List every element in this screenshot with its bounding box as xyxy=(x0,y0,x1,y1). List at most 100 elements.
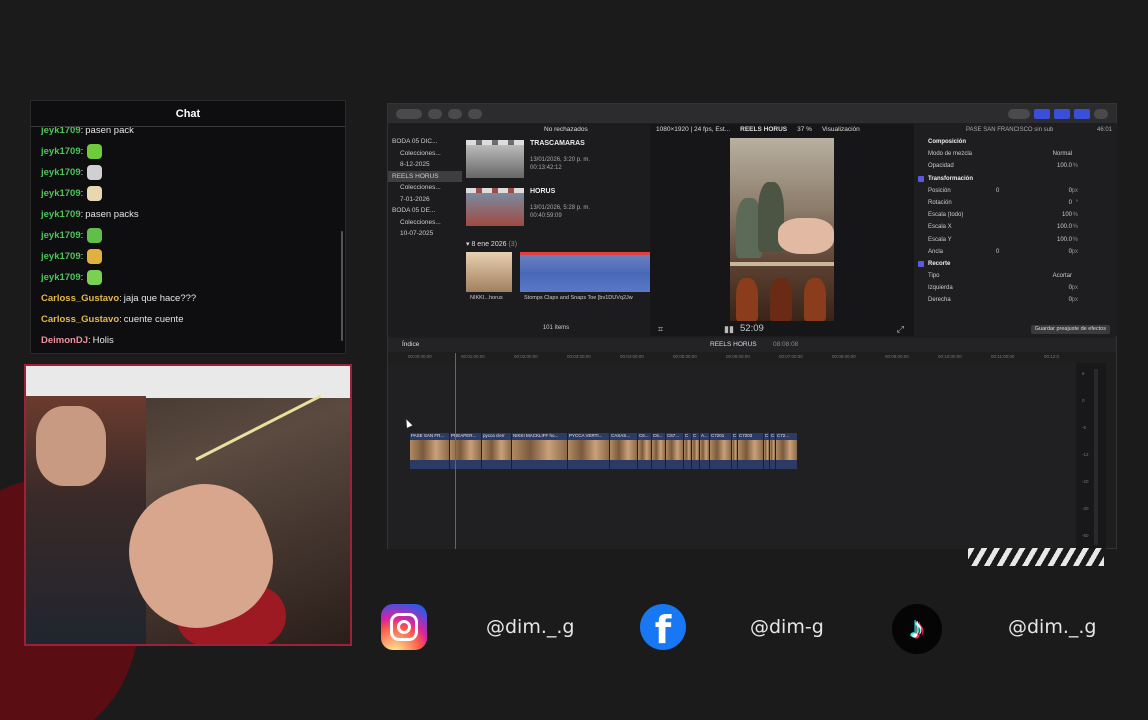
timeline-project-menu[interactable]: REELS HORUS xyxy=(710,338,757,352)
anchor-row[interactable]: Ancla 0 0 px xyxy=(914,246,1118,258)
rotation-row[interactable]: Rotación 0 ° xyxy=(914,197,1118,209)
scale-all-row[interactable]: Escala (todo) 100% xyxy=(914,209,1118,221)
event-item[interactable]: Colecciones... xyxy=(388,148,462,160)
timeline-clip[interactable]: C7203 xyxy=(738,433,763,469)
chat-username[interactable]: jeyk1709 xyxy=(41,183,81,204)
libraries-toggle-button[interactable] xyxy=(396,108,422,119)
project-name[interactable]: REELS HORUS xyxy=(740,124,787,136)
save-effects-preset-button[interactable]: Guardar preajuste de efectos xyxy=(1030,325,1110,334)
crop-section[interactable]: Recorte xyxy=(914,258,1118,270)
meter-label: 0 xyxy=(1082,398,1085,403)
chat-username[interactable]: jeyk1709 xyxy=(41,162,81,183)
crop-type-row[interactable]: Tipo Acortar xyxy=(914,270,1118,282)
timeline-clip[interactable]: NIKKI MACKLIFF ho... xyxy=(512,433,567,469)
composition-section[interactable]: Composición xyxy=(914,136,1118,148)
chat-emote-icon xyxy=(87,144,103,159)
checkmark-icon[interactable] xyxy=(468,108,482,119)
share-icon[interactable] xyxy=(1094,108,1108,119)
clip-label: NIKKI...horus xyxy=(470,295,503,301)
audio-clip-thumbnail[interactable] xyxy=(520,252,650,292)
timeline-clip[interactable]: C67... xyxy=(666,433,683,469)
library-item[interactable]: BODA 05 DE... xyxy=(388,205,462,217)
scale-y-row[interactable]: Escala Y 100.0% xyxy=(914,234,1118,246)
clip-title: C xyxy=(693,433,697,438)
clip-meta: 13/01/2026, 3:20 p. m. 00:13:42:12 xyxy=(530,157,591,171)
video-editor-window: BODA 05 DIC... Colecciones... 8-12-2025 REE… xyxy=(387,103,1118,549)
library-item[interactable]: REELS HORUS xyxy=(388,170,462,182)
play-icon[interactable]: ▮▮ xyxy=(724,322,734,336)
timeline-clip[interactable]: PASE SAN FR... xyxy=(410,433,449,469)
blend-mode-row[interactable]: Modo de mezcla Normal xyxy=(914,148,1118,160)
timeline-view-button[interactable] xyxy=(1054,108,1070,119)
inspector-view-button[interactable] xyxy=(1074,108,1090,119)
chat-username[interactable]: Carloss_Gustavo xyxy=(41,309,119,330)
chat-username[interactable]: jeyk1709 xyxy=(41,267,81,288)
chat-username[interactable]: jeyk1709 xyxy=(41,141,81,162)
index-button[interactable]: Índice xyxy=(402,338,419,352)
event-item[interactable]: Colecciones... xyxy=(388,182,462,194)
chat-text: pasen pack xyxy=(85,127,134,136)
chat-scrollbar[interactable] xyxy=(341,231,343,341)
timeline-clip[interactable]: C xyxy=(732,433,737,469)
chat-username[interactable]: jeyk1709 xyxy=(41,246,81,267)
timeline-clip[interactable]: C7201 xyxy=(710,433,731,469)
timeline-clip[interactable]: C xyxy=(684,433,691,469)
clip-item[interactable]: TRASCAMARAS 13/01/2026, 3:20 p. m. 00:13:… xyxy=(466,140,590,178)
import-icon[interactable] xyxy=(428,108,442,119)
fullscreen-icon[interactable]: ⤢ xyxy=(897,322,904,336)
chat-message: jeyk1709: xyxy=(41,183,335,204)
date-group-header[interactable]: ▾ 8 ene 2026 (3) xyxy=(466,240,517,248)
chat-username[interactable]: jeyk1709 xyxy=(41,204,81,225)
event-item[interactable]: 7-01-2026 xyxy=(388,194,462,206)
chat-username[interactable]: Carloss_Gustavo xyxy=(41,288,119,309)
clip-title: C6... xyxy=(653,433,663,438)
meter-label: 6 xyxy=(1082,371,1085,376)
view-menu[interactable]: Visualización xyxy=(822,124,860,136)
key-icon[interactable] xyxy=(448,108,462,119)
timeline-clip[interactable]: C6... xyxy=(638,433,651,469)
workspace-icon[interactable] xyxy=(1008,108,1030,119)
clip-thumbnail[interactable] xyxy=(466,252,512,292)
timeline-clip[interactable]: CASAS... xyxy=(610,433,637,469)
library-item[interactable]: BODA 05 DIC... xyxy=(388,136,462,148)
crop-tool-icon[interactable]: ⌗ xyxy=(658,322,663,336)
timeline-clip[interactable]: C72... xyxy=(776,433,797,469)
scale-x-row[interactable]: Escala X 100.0% xyxy=(914,221,1118,233)
crop-right-row[interactable]: Derecha 0 px xyxy=(914,294,1118,306)
chat-username[interactable]: jeyk1709 xyxy=(41,127,81,135)
timeline-clip[interactable]: A... xyxy=(700,433,709,469)
clip-title: C7201 xyxy=(711,433,725,438)
chat-text: jaja que hace??? xyxy=(123,293,197,304)
chat-emote-icon xyxy=(87,270,103,285)
chat-message: Carloss_Gustavo: cuente cuente xyxy=(41,309,335,330)
chat-username[interactable]: DeimonDJ xyxy=(41,330,88,351)
ruler-tick-label: 00:09:00:00 xyxy=(885,354,909,359)
opacity-row[interactable]: Opacidad 100.0% xyxy=(914,160,1118,172)
chat-message: jeyk1709: xyxy=(41,162,335,183)
chat-messages[interactable]: jeyk1709: pasen pack jeyk1709: jeyk1709: … xyxy=(31,127,345,353)
timeline-clip[interactable]: C6... xyxy=(652,433,665,469)
timeline-ruler[interactable]: 00:00:00:00 00:01:00:00 00:02:00:00 00:03:0… xyxy=(408,353,1078,363)
zoom-menu[interactable]: 37 % xyxy=(797,124,812,136)
chat-message: Carloss_Gustavo: jaja que hace??? xyxy=(41,288,335,309)
playhead[interactable] xyxy=(455,353,456,549)
browser-filter[interactable]: No rechazados xyxy=(462,124,650,136)
chat-username[interactable]: jeyk1709 xyxy=(41,225,81,246)
browser-view-button[interactable] xyxy=(1034,108,1050,119)
clip-title: pycca clerr xyxy=(483,433,505,438)
clip-item[interactable]: HORUS 13/01/2026, 5:28 p. m. 00:40:59:09 xyxy=(466,188,590,226)
transform-section[interactable]: Transformación xyxy=(914,173,1118,185)
event-item[interactable]: Colecciones... xyxy=(388,217,462,229)
timeline-clip[interactable]: PYCCA VERTI... xyxy=(568,433,609,469)
position-row[interactable]: Posición 0 0 px xyxy=(914,185,1118,197)
event-item[interactable]: 10-07-2025 xyxy=(388,228,462,240)
meter-label: -30 xyxy=(1082,506,1089,511)
timeline-clip[interactable]: C xyxy=(692,433,699,469)
event-item[interactable]: 8-12-2025 xyxy=(388,159,462,171)
timeline-clip[interactable]: C xyxy=(770,433,775,469)
timeline-clip[interactable]: C xyxy=(764,433,769,469)
crop-left-row[interactable]: Izquierda 0 px xyxy=(914,282,1118,294)
timeline[interactable]: PASE SAN FR... PREAPER... pycca clerr NIKKI… xyxy=(388,363,1078,549)
ruler-tick-label: 00:11:00:00 xyxy=(991,354,1015,359)
timeline-clip[interactable]: pycca clerr xyxy=(482,433,511,469)
